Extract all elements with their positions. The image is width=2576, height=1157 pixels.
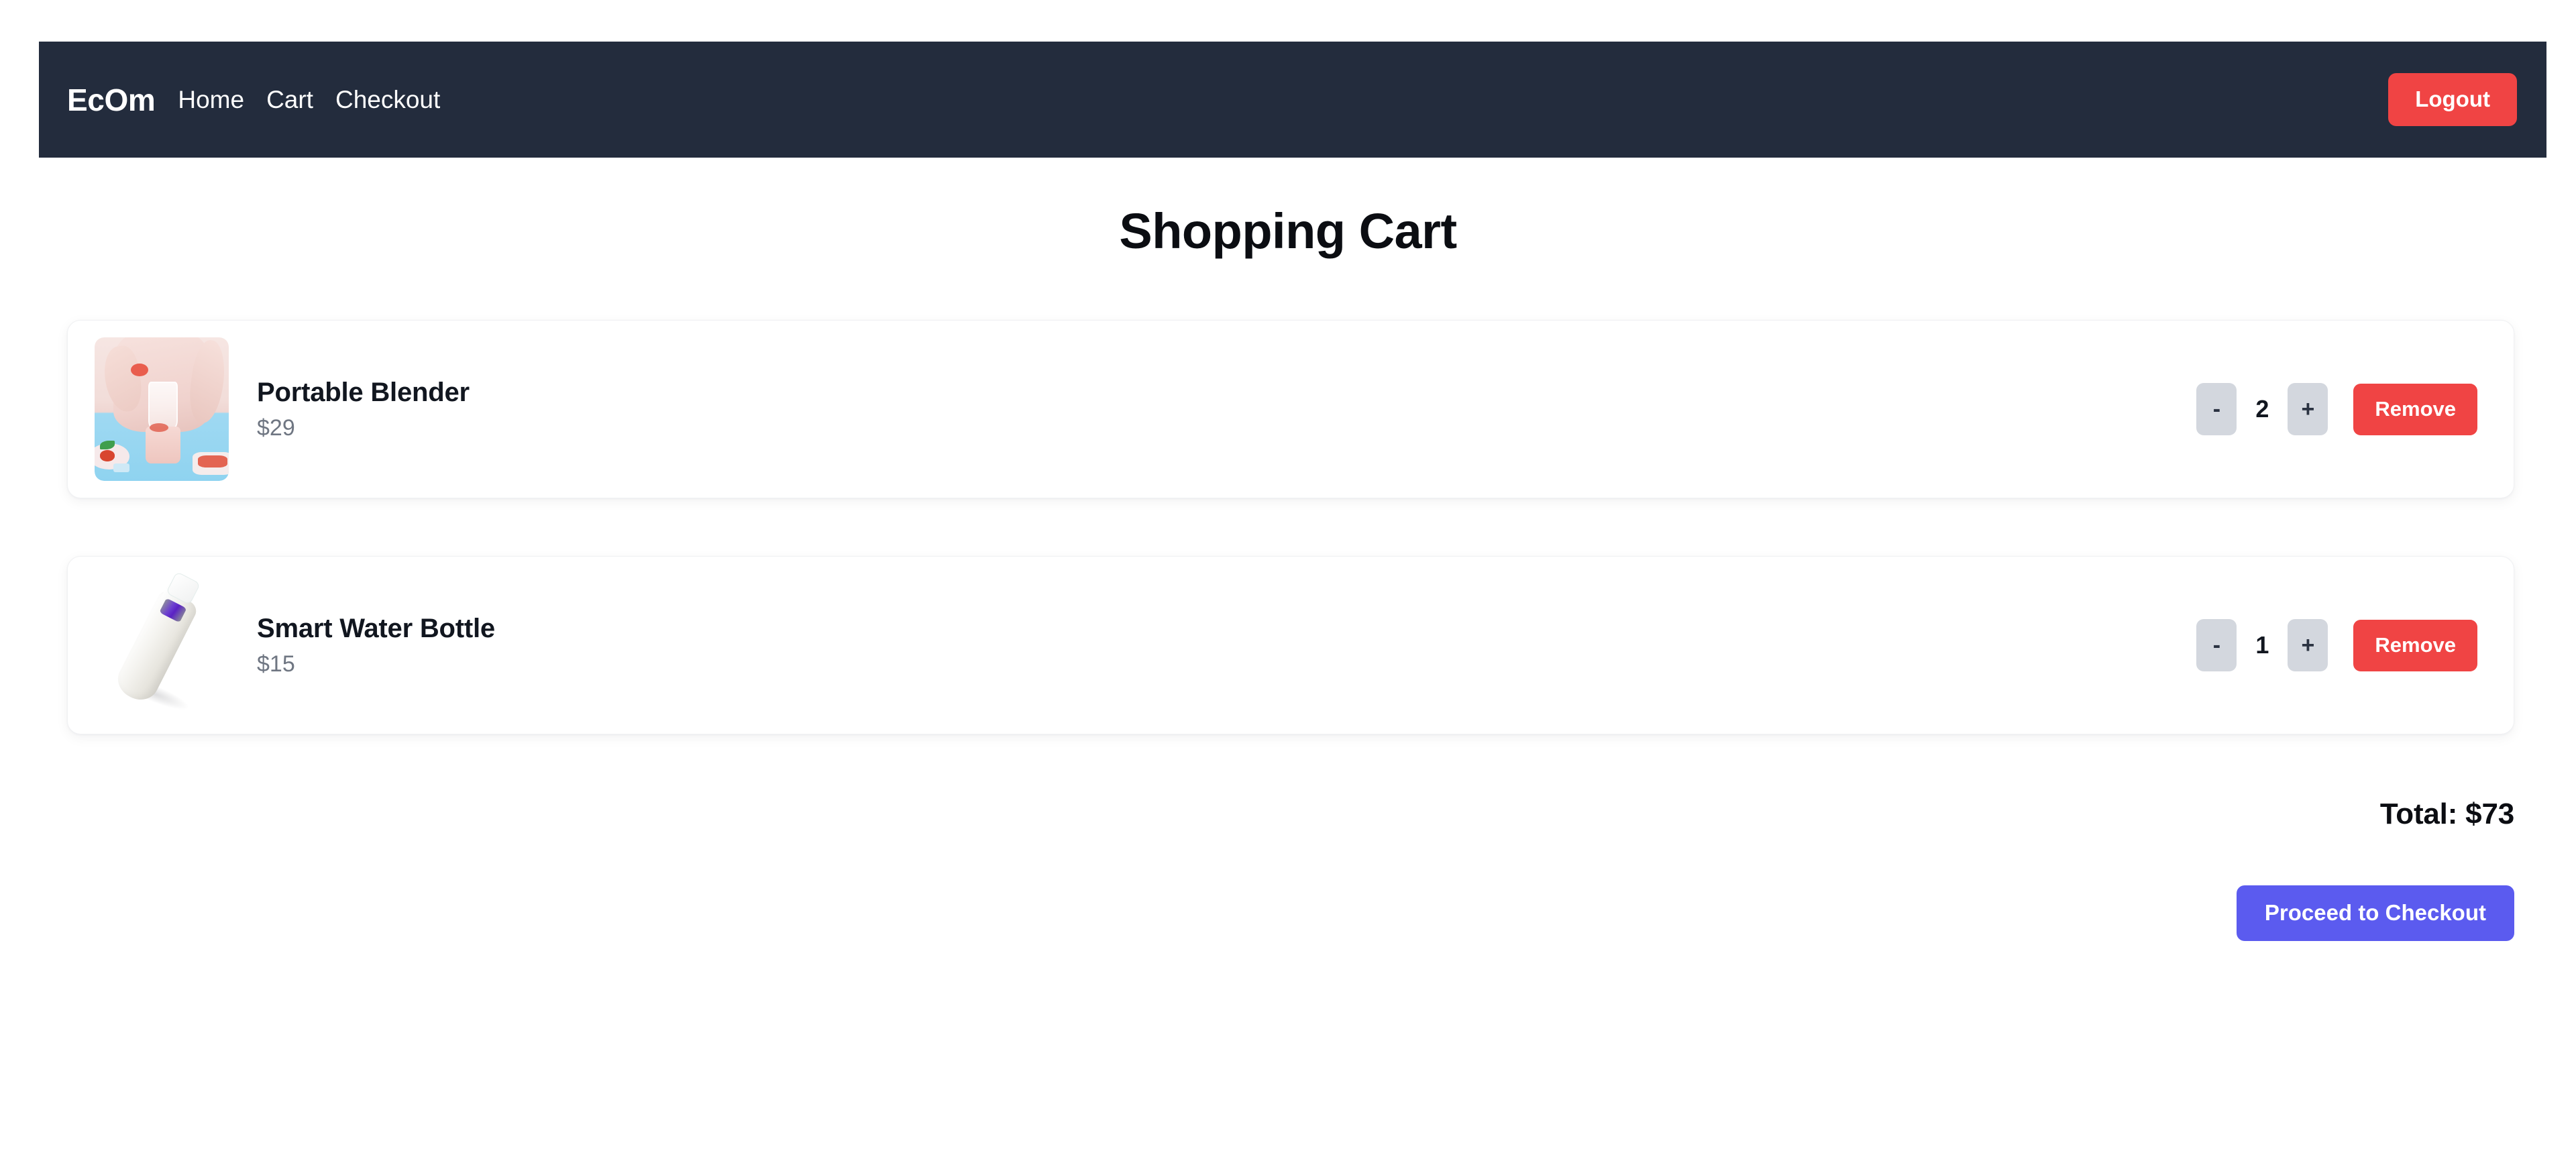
smart-water-bottle-photo <box>95 573 229 717</box>
art-shape <box>111 587 200 706</box>
product-name: Smart Water Bottle <box>257 614 495 643</box>
quantity-value: 1 <box>2255 631 2269 659</box>
cart-summary: Total: $73 Proceed to Checkout <box>2236 797 2514 941</box>
cart-item-list: Portable Blender $29 - 2 + Remove Smart … <box>67 320 2514 734</box>
product-price: $29 <box>257 415 295 441</box>
art-shape <box>146 426 180 464</box>
nav-link-cart[interactable]: Cart <box>266 87 313 112</box>
proceed-to-checkout-button[interactable]: Proceed to Checkout <box>2236 885 2514 941</box>
decrease-quantity-button[interactable]: - <box>2196 383 2237 435</box>
quantity-stepper: - 2 + <box>2196 383 2328 435</box>
portable-blender-photo <box>95 337 229 481</box>
decrease-quantity-button[interactable]: - <box>2196 619 2237 671</box>
quantity-stepper: - 1 + <box>2196 619 2328 671</box>
product-info: Smart Water Bottle $15 <box>257 615 495 675</box>
navbar: EcOm Home Cart Checkout Logout <box>39 42 2546 158</box>
nav-links: Home Cart Checkout <box>178 87 440 112</box>
art-shape <box>193 452 229 476</box>
art-shape <box>113 463 129 473</box>
cart-item-row: Portable Blender $29 - 2 + Remove <box>67 320 2514 498</box>
product-price: $15 <box>257 651 295 677</box>
quantity-value: 2 <box>2255 395 2269 423</box>
art-shape <box>148 382 178 429</box>
increase-quantity-button[interactable]: + <box>2288 383 2328 435</box>
page-title: Shopping Cart <box>1119 203 1457 259</box>
art-shape <box>131 363 148 376</box>
product-thumbnail-wrap <box>95 573 229 717</box>
nav-link-home[interactable]: Home <box>178 87 244 112</box>
product-image-art <box>95 573 229 717</box>
brand-logo[interactable]: EcOm <box>67 82 156 118</box>
product-thumbnail-wrap <box>95 337 229 481</box>
product-info: Portable Blender $29 <box>257 379 470 439</box>
remove-item-button[interactable]: Remove <box>2353 619 2477 671</box>
increase-quantity-button[interactable]: + <box>2288 619 2328 671</box>
cart-item-row: Smart Water Bottle $15 - 1 + Remove <box>67 556 2514 734</box>
nav-link-checkout[interactable]: Checkout <box>335 87 440 112</box>
logout-button[interactable]: Logout <box>2388 73 2517 126</box>
remove-item-button[interactable]: Remove <box>2353 383 2477 435</box>
product-name: Portable Blender <box>257 378 470 407</box>
product-image-art <box>95 337 229 481</box>
cart-total: Total: $73 <box>2379 797 2514 830</box>
cart-page: EcOm Home Cart Checkout Logout Shopping … <box>0 0 2576 1157</box>
